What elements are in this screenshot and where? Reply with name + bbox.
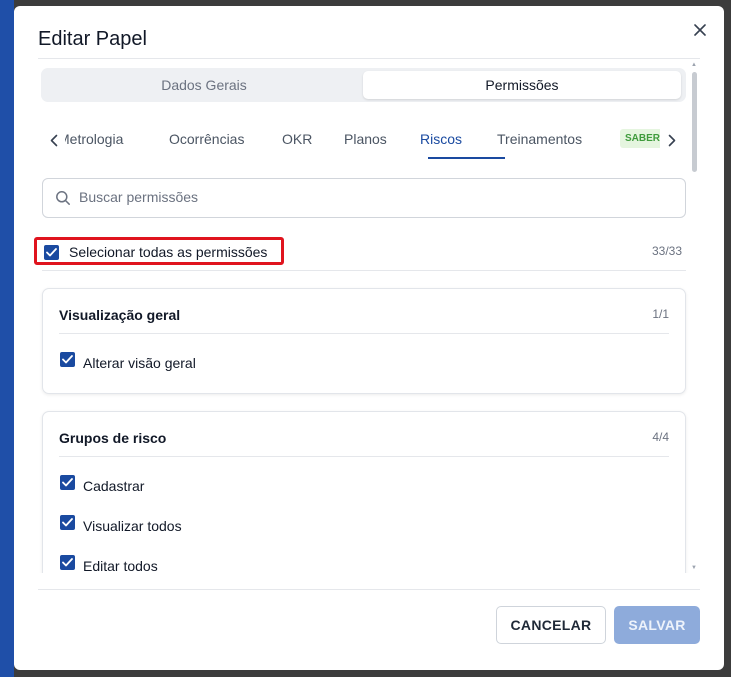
cancel-button[interactable]: CANCELAR (496, 606, 606, 644)
tab-okr[interactable]: OKR (282, 131, 312, 147)
check-icon (46, 248, 57, 257)
saber-badge: SABER (620, 129, 660, 148)
edit-role-dialog: Editar Papel Dados Gerais Permissões ▲ ▼… (14, 6, 724, 670)
scroll-up-arrow[interactable]: ▲ (691, 62, 697, 68)
search-icon (56, 191, 70, 205)
permission-label[interactable]: Visualizar todos (83, 518, 182, 534)
permission-label[interactable]: Cadastrar (83, 478, 144, 494)
header-divider (38, 58, 700, 59)
background-window-edge (0, 0, 14, 677)
permission-search (42, 178, 686, 218)
chevron-right-icon (668, 134, 676, 146)
tab-metrologia[interactable]: Metrologia (65, 131, 123, 147)
scrollbar-thumb[interactable] (692, 72, 697, 172)
tabs-prev-button[interactable] (46, 130, 62, 150)
group-count: 1/1 (652, 307, 669, 321)
dialog-title: Editar Papel (38, 28, 147, 50)
group-count: 4/4 (652, 430, 669, 444)
chevron-left-icon (50, 134, 58, 146)
tabs-viewport: Metrologia Ocorrências OKR Planos Riscos… (65, 120, 660, 162)
tab-riscos[interactable]: Riscos (420, 131, 462, 147)
tab-ocorrencias[interactable]: Ocorrências (169, 131, 244, 147)
check-icon (62, 355, 73, 364)
permission-checkbox[interactable] (60, 555, 75, 570)
check-icon (62, 518, 73, 527)
segment-permissions[interactable]: Permissões (363, 71, 681, 99)
select-all-checkbox[interactable] (44, 245, 59, 260)
permission-label[interactable]: Alterar visão geral (83, 355, 196, 371)
group-title: Grupos de risco (59, 430, 167, 446)
permission-checkbox[interactable] (60, 515, 75, 530)
check-icon (62, 558, 73, 567)
permission-checkbox[interactable] (60, 352, 75, 367)
permission-group-card: Grupos de risco 4/4 Cadastrar Visualizar… (42, 411, 686, 573)
footer-divider (38, 589, 700, 590)
permission-groups-list[interactable]: Visualização geral 1/1 Alterar visão ger… (14, 276, 690, 573)
select-all-divider (42, 270, 686, 271)
permission-label[interactable]: Editar todos (83, 558, 158, 573)
group-divider (59, 456, 669, 457)
close-icon (694, 24, 706, 36)
permission-group-card: Visualização geral 1/1 Alterar visão ger… (42, 288, 686, 394)
section-switch: Dados Gerais Permissões (41, 68, 686, 102)
tab-planos[interactable]: Planos (344, 131, 387, 147)
group-title: Visualização geral (59, 307, 181, 323)
module-tabs: Metrologia Ocorrências OKR Planos Riscos… (41, 120, 691, 162)
tabs-next-button[interactable] (664, 130, 680, 150)
permission-checkbox[interactable] (60, 475, 75, 490)
total-permission-count: 33/33 (652, 244, 683, 258)
active-tab-indicator (428, 157, 505, 159)
search-input[interactable] (79, 179, 669, 215)
select-all-label[interactable]: Selecionar todas as permissões (69, 244, 267, 260)
group-divider (59, 333, 669, 334)
select-all-highlight: Selecionar todas as permissões (34, 237, 284, 265)
check-icon (62, 478, 73, 487)
tab-treinamentos[interactable]: Treinamentos (497, 131, 582, 147)
segment-general-data[interactable]: Dados Gerais (45, 71, 363, 99)
close-button[interactable] (690, 20, 710, 40)
save-button[interactable]: SALVAR (614, 606, 700, 644)
scrollbar[interactable]: ▲ ▼ (691, 62, 699, 574)
scroll-down-arrow[interactable]: ▼ (691, 565, 697, 571)
